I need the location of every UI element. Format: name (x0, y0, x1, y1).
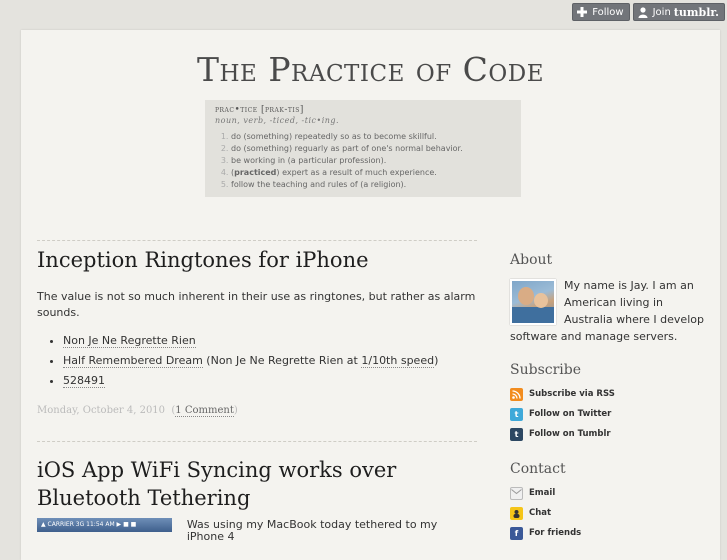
post-excerpt-row: ▲ CARRIER 3G 11:54 AM ▶ ■ ■ Was using my… (37, 518, 477, 543)
list-item-text: ) (434, 354, 439, 367)
main-column: Inception Ringtones for iPhone The value… (37, 240, 477, 543)
sidebar: About My name is Jay. I am an American l… (491, 240, 711, 543)
contact-section: Contact Email Chat f For friends (510, 444, 711, 543)
ringtone-list: Non Je Ne Regrette Rien Half Remembered … (37, 331, 477, 391)
email-label: Email (529, 488, 556, 498)
ringtone-link[interactable]: 1/10th speed (361, 354, 435, 368)
post-thumbnail[interactable]: ▲ CARRIER 3G 11:54 AM ▶ ■ ■ (37, 518, 172, 532)
comments-link[interactable]: 1 Comment (175, 405, 234, 417)
about-section: About My name is Jay. I am an American l… (491, 240, 711, 345)
post-title[interactable]: Inception Ringtones for iPhone (37, 246, 477, 274)
friends-label: For friends (529, 528, 582, 538)
definition-list: do (something) repeatedly so as to becom… (215, 131, 511, 191)
post-excerpt: Was using my MacBook today tethered to m… (186, 518, 438, 543)
subscribe-rss-label: Subscribe via RSS (529, 389, 615, 399)
follow-twitter-link[interactable]: t Follow on Twitter (510, 404, 711, 424)
post-body: The value is not so much inherent in the… (37, 289, 477, 391)
tumblr-icon: t (510, 427, 523, 441)
list-item: Non Je Ne Regrette Rien (63, 331, 477, 351)
definition-word: prac•tice [prak-tis] (215, 105, 304, 115)
subscribe-list: Subscribe via RSS t Follow on Twitter t … (510, 384, 711, 444)
chat-label: Chat (529, 508, 552, 518)
post: Inception Ringtones for iPhone The value… (37, 241, 477, 417)
subscribe-rss-link[interactable]: Subscribe via RSS (510, 384, 711, 404)
envelope-icon (510, 486, 523, 500)
post-intro: The value is not so much inherent in the… (37, 290, 476, 319)
twitter-icon: t (510, 407, 523, 421)
tumblr-controls: Follow Join tumblr. (572, 3, 725, 21)
definition-item: do (something) repeatedly so as to becom… (231, 131, 511, 143)
join-label: Join (652, 6, 671, 18)
plus-icon (576, 6, 588, 18)
contact-list: Email Chat f For friends (510, 483, 711, 543)
definition-item: (practiced) expert as a result of much e… (231, 167, 511, 179)
definition-bold-term: practiced (234, 168, 277, 177)
definition-item: follow the teaching and rules of (a reli… (231, 179, 511, 191)
list-item: Half Remembered Dream (Non Je Ne Regrett… (63, 351, 477, 371)
friends-link[interactable]: f For friends (510, 523, 711, 543)
definition-item: do (something) reguarly as part of one's… (231, 143, 511, 155)
chat-link[interactable]: Chat (510, 503, 711, 523)
user-icon (637, 6, 649, 18)
follow-button[interactable]: Follow (572, 3, 630, 21)
list-item: 528491 (63, 371, 477, 391)
definition-item-rest: expert as a result of much experience. (279, 168, 437, 177)
follow-tumblr-link[interactable]: t Follow on Tumblr (510, 424, 711, 444)
email-link[interactable]: Email (510, 483, 711, 503)
about-heading: About (510, 252, 553, 268)
rss-icon (510, 387, 523, 401)
join-tumblr-button[interactable]: Join tumblr. (632, 3, 725, 21)
post-date[interactable]: Monday, October 4, 2010 (37, 405, 165, 416)
definition-item: be working in (a particular profession). (231, 155, 511, 167)
ringtone-link[interactable]: Non Je Ne Regrette Rien (63, 334, 196, 348)
follow-tumblr-label: Follow on Tumblr (529, 429, 611, 439)
about-body: My name is Jay. I am an American living … (510, 277, 711, 345)
post-meta: Monday, October 4, 2010 (1 Comment) (37, 405, 238, 417)
ringtone-link[interactable]: 528491 (63, 374, 105, 388)
tumblr-brand: tumblr. (673, 5, 719, 19)
post: iOS App WiFi Syncing works over Bluetoot… (37, 442, 477, 543)
follow-twitter-label: Follow on Twitter (529, 409, 612, 419)
facebook-icon: f (510, 526, 523, 540)
post-title[interactable]: iOS App WiFi Syncing works over Bluetoot… (37, 456, 477, 512)
page-container: The Practice of Code prac•tice [prak-tis… (21, 30, 720, 560)
subscribe-section: Subscribe Subscribe via RSS t Follow on … (510, 345, 711, 444)
contact-heading: Contact (510, 461, 566, 477)
chat-icon (510, 506, 523, 520)
ringtone-link[interactable]: Half Remembered Dream (63, 354, 203, 368)
definition-part-of-speech: noun, verb, -ticed, -tic•ing. (215, 116, 340, 125)
avatar (510, 279, 556, 325)
follow-label: Follow (592, 6, 624, 18)
list-item-text: (Non Je Ne Regrette Rien at (202, 354, 362, 367)
site-title[interactable]: The Practice of Code (21, 50, 720, 90)
subscribe-heading: Subscribe (510, 362, 582, 378)
definition-box: prac•tice [prak-tis] noun, verb, -ticed,… (205, 100, 521, 197)
